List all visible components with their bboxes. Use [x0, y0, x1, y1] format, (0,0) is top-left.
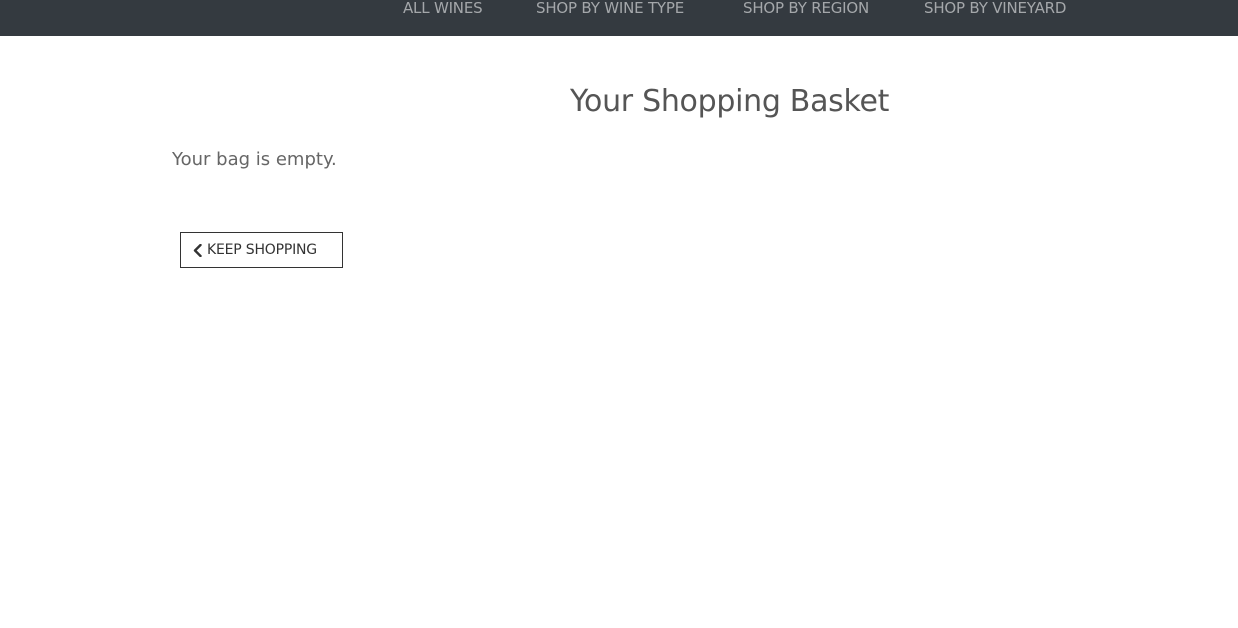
empty-basket-message: Your bag is empty.	[172, 149, 337, 170]
nav-link-all-wines[interactable]: ALL WINES	[403, 0, 483, 18]
chevron-left-icon	[193, 243, 202, 257]
keep-shopping-label: KEEP SHOPPING	[207, 242, 317, 258]
nav-link-shop-by-region[interactable]: SHOP BY REGION	[743, 0, 869, 18]
nav-link-shop-by-vineyard[interactable]: SHOP BY VINEYARD	[924, 0, 1066, 18]
keep-shopping-button[interactable]: KEEP SHOPPING	[180, 232, 343, 268]
page-title: Your Shopping Basket	[570, 84, 890, 119]
nav-link-shop-by-wine-type[interactable]: SHOP BY WINE TYPE	[536, 0, 684, 18]
top-navigation-bar: ALL WINES SHOP BY WINE TYPE SHOP BY REGI…	[0, 0, 1238, 36]
